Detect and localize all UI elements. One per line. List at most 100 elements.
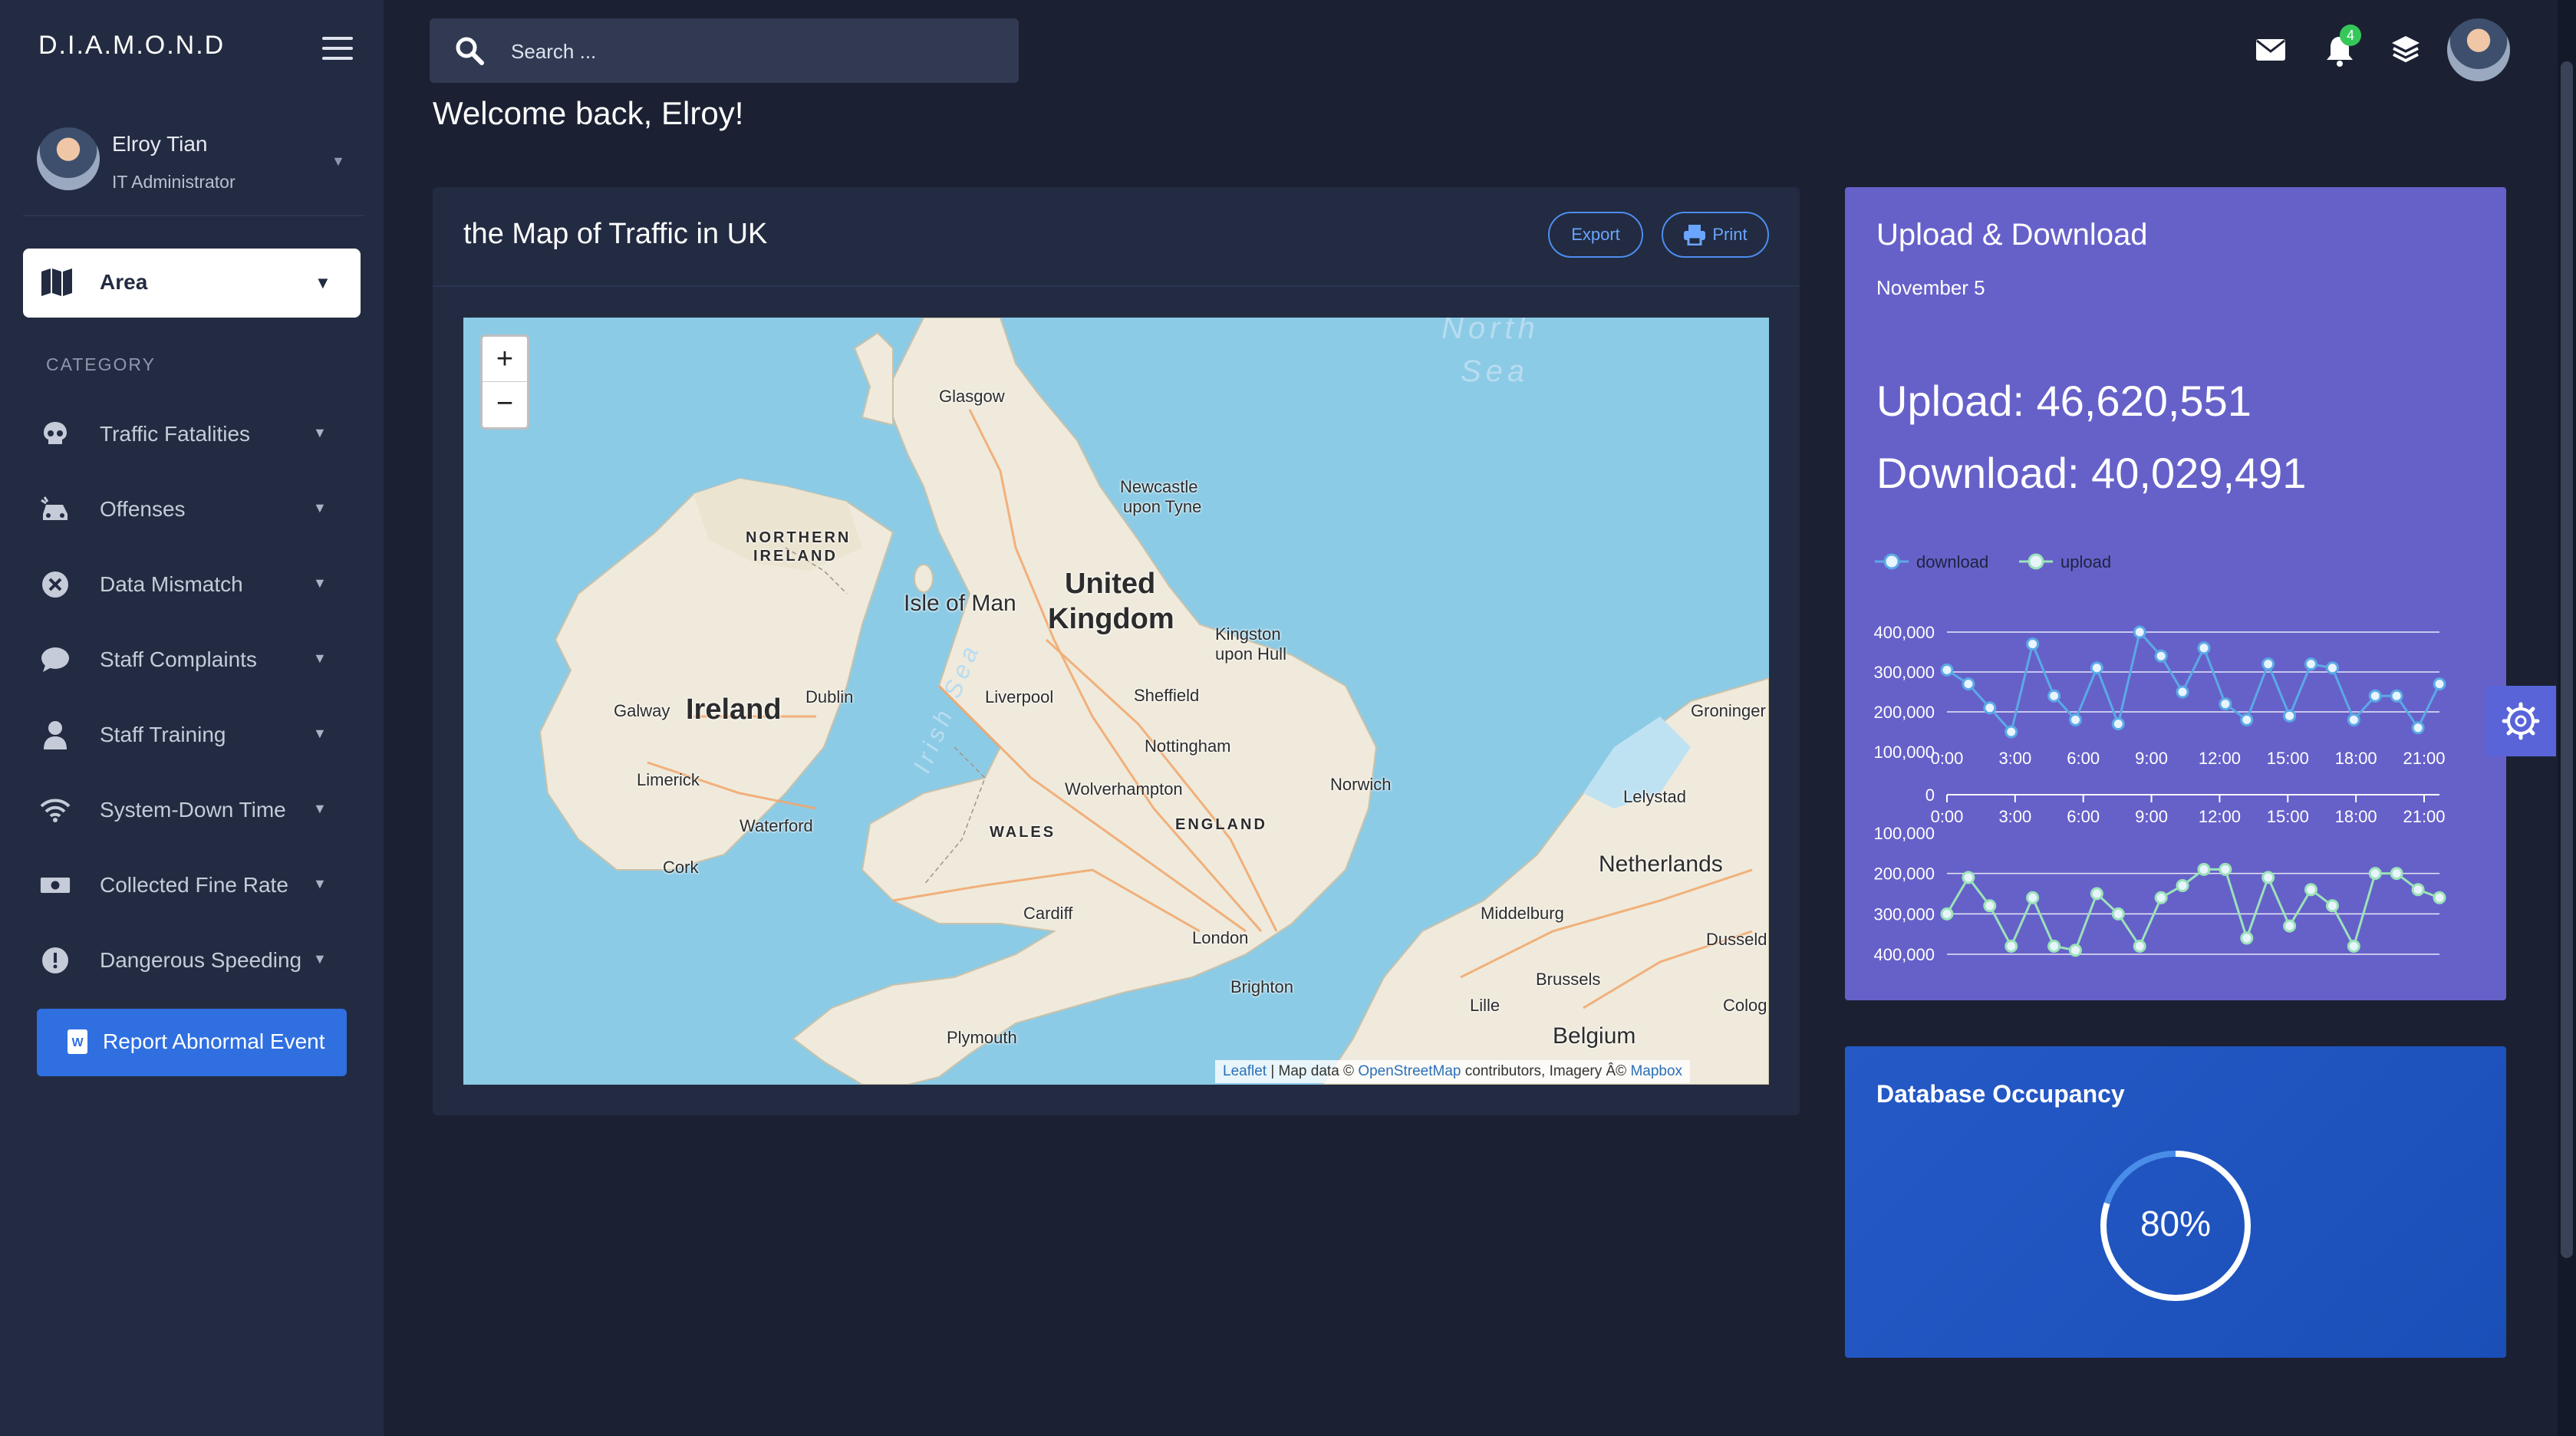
database-occupancy-title: Database Occupancy <box>1876 1080 2125 1108</box>
map-label: upon Hull <box>1215 644 1286 664</box>
zoom-in-button[interactable]: + <box>483 337 527 382</box>
map-label: Brussels <box>1536 970 1601 989</box>
welcome-message: Welcome back, Elroy! <box>433 95 744 131</box>
map-label: Lille <box>1470 996 1500 1015</box>
x-tick-label: 18:00 <box>2335 807 2377 826</box>
sidebar-item-collected-fine-rate[interactable]: Collected Fine Rate ▼ <box>31 859 353 913</box>
chevron-down-icon: ▼ <box>313 876 327 891</box>
x-tick-label: 9:00 <box>2135 807 2168 826</box>
map-label: IRELAND <box>753 548 838 565</box>
x-tick-label: 21:00 <box>2403 749 2445 768</box>
legend-label: download <box>1916 552 1988 571</box>
map-label: Dublin <box>805 687 854 706</box>
data-point-upload <box>2068 944 2082 957</box>
area-dropdown-button[interactable] <box>23 249 361 318</box>
search-icon[interactable] <box>454 35 485 66</box>
data-point-download <box>2368 689 2382 703</box>
scrollbar-thumb[interactable] <box>2561 61 2573 1258</box>
sidebar-item-system-down-time[interactable]: System-Down Time ▼ <box>31 784 353 838</box>
data-point-download <box>2111 717 2125 731</box>
data-point-upload <box>2368 867 2382 881</box>
sidebar-item-offenses[interactable]: Offenses ▼ <box>31 483 353 537</box>
zoom-out-button[interactable]: − <box>483 383 527 427</box>
download-total: Download: 40,029,491 <box>1876 449 2307 497</box>
x-tick-label: 21:00 <box>2403 807 2445 826</box>
top-avatar[interactable] <box>2447 18 2510 81</box>
leaflet-link[interactable]: Leaflet <box>1223 1063 1267 1079</box>
legend-marker <box>1883 553 1900 570</box>
data-point-upload <box>2261 871 2275 884</box>
x-tick-label: 6:00 <box>2067 749 2100 768</box>
x-tick-label: 18:00 <box>2335 749 2377 768</box>
search-input[interactable] <box>509 29 973 74</box>
data-point-upload <box>2283 919 2297 933</box>
data-point-upload <box>2347 939 2360 953</box>
map-label: upon Tyne <box>1123 497 1202 516</box>
hamburger-menu-icon[interactable] <box>322 37 353 63</box>
map-label: Cork <box>663 858 699 877</box>
traffic-map[interactable]: North Sea Glasgow Newcastle upon Tyne NO… <box>463 318 1769 1085</box>
settings-tab[interactable] <box>2485 686 2556 756</box>
data-point-upload <box>2197 862 2211 876</box>
x-tick-label: 3:00 <box>1998 807 2031 826</box>
map-label: Lelystad <box>1623 787 1686 806</box>
map-label: Cardiff <box>1023 904 1073 923</box>
sidebar-item-data-mismatch[interactable]: Data Mismatch ▼ <box>31 558 353 612</box>
data-point-upload <box>2154 891 2168 904</box>
upload-download-title: Upload & Download <box>1876 218 2148 252</box>
user-name: Elroy Tian <box>112 132 208 156</box>
attribution-text: contributors, Imagery Â© <box>1461 1063 1631 1079</box>
chevron-down-icon: ▼ <box>313 650 327 666</box>
data-point-download <box>2347 713 2360 726</box>
sidebar-item-staff-training[interactable]: Staff Training ▼ <box>31 709 353 762</box>
mail-icon[interactable] <box>2255 38 2286 61</box>
x-tick-label: 15:00 <box>2267 749 2309 768</box>
data-point-download <box>2176 685 2189 699</box>
sidebar-item-label: Staff Complaints <box>100 647 257 671</box>
y-tick-label: 100,000 <box>1873 824 1935 843</box>
zoom-control: + − <box>480 334 529 430</box>
sidebar-divider <box>23 215 364 216</box>
sidebar-item-traffic-fatalities[interactable]: Traffic Fatalities ▼ <box>31 408 353 462</box>
chevron-down-icon: ▼ <box>313 726 327 741</box>
map-label: Isle of Man <box>904 591 1016 616</box>
user-role: IT Administrator <box>112 172 236 192</box>
data-point-upload <box>2111 907 2125 921</box>
data-point-upload <box>1962 871 1975 884</box>
map-label: Kingston <box>1215 624 1281 644</box>
sidebar-item-label: Data Mismatch <box>100 572 243 596</box>
data-point-upload <box>2090 887 2103 901</box>
sidebar-item-label: Traffic Fatalities <box>100 422 251 446</box>
y-tick-label: 200,000 <box>1873 703 1935 722</box>
sidebar-item-label: Offenses <box>100 497 186 521</box>
data-point-download <box>2433 677 2446 691</box>
export-button[interactable]: Export <box>1548 212 1643 258</box>
map-label: Glasgow <box>939 387 1005 406</box>
sidebar-item-label: System-Down Time <box>100 798 286 822</box>
data-point-upload <box>2026 891 2040 904</box>
user-menu-caret-icon[interactable]: ▼ <box>331 153 345 170</box>
sidebar-item-label: Collected Fine Rate <box>100 873 288 897</box>
map-label: Dusseld <box>1706 930 1767 949</box>
upload-download-date: November 5 <box>1876 276 1985 299</box>
data-point-upload <box>2411 883 2425 897</box>
data-point-download <box>1983 701 1997 715</box>
mapbox-link[interactable]: Mapbox <box>1630 1063 1682 1079</box>
map-label: Nottingham <box>1145 736 1231 756</box>
map-label: ENGLAND <box>1175 816 1267 833</box>
print-button[interactable]: Print <box>1662 212 1769 258</box>
chevron-down-icon: ▼ <box>313 425 327 440</box>
sidebar-item-staff-complaints[interactable]: Staff Complaints ▼ <box>31 634 353 687</box>
openstreetmap-link[interactable]: OpenStreetMap <box>1358 1063 1461 1079</box>
y-tick-label: 300,000 <box>1873 904 1935 924</box>
user-avatar[interactable] <box>37 127 100 190</box>
data-point-upload <box>2390 867 2403 881</box>
data-point-download <box>2325 661 2339 675</box>
sidebar-item-dangerous-speeding[interactable]: Dangerous Speeding ▼ <box>31 934 353 988</box>
layers-icon[interactable] <box>2390 34 2421 64</box>
x-tick-label: 6:00 <box>2067 807 2100 826</box>
print-label: Print <box>1712 225 1748 244</box>
area-label: Area <box>100 270 148 294</box>
occupancy-percent: 80% <box>2140 1204 2212 1243</box>
x-tick-label: 12:00 <box>2199 807 2241 826</box>
